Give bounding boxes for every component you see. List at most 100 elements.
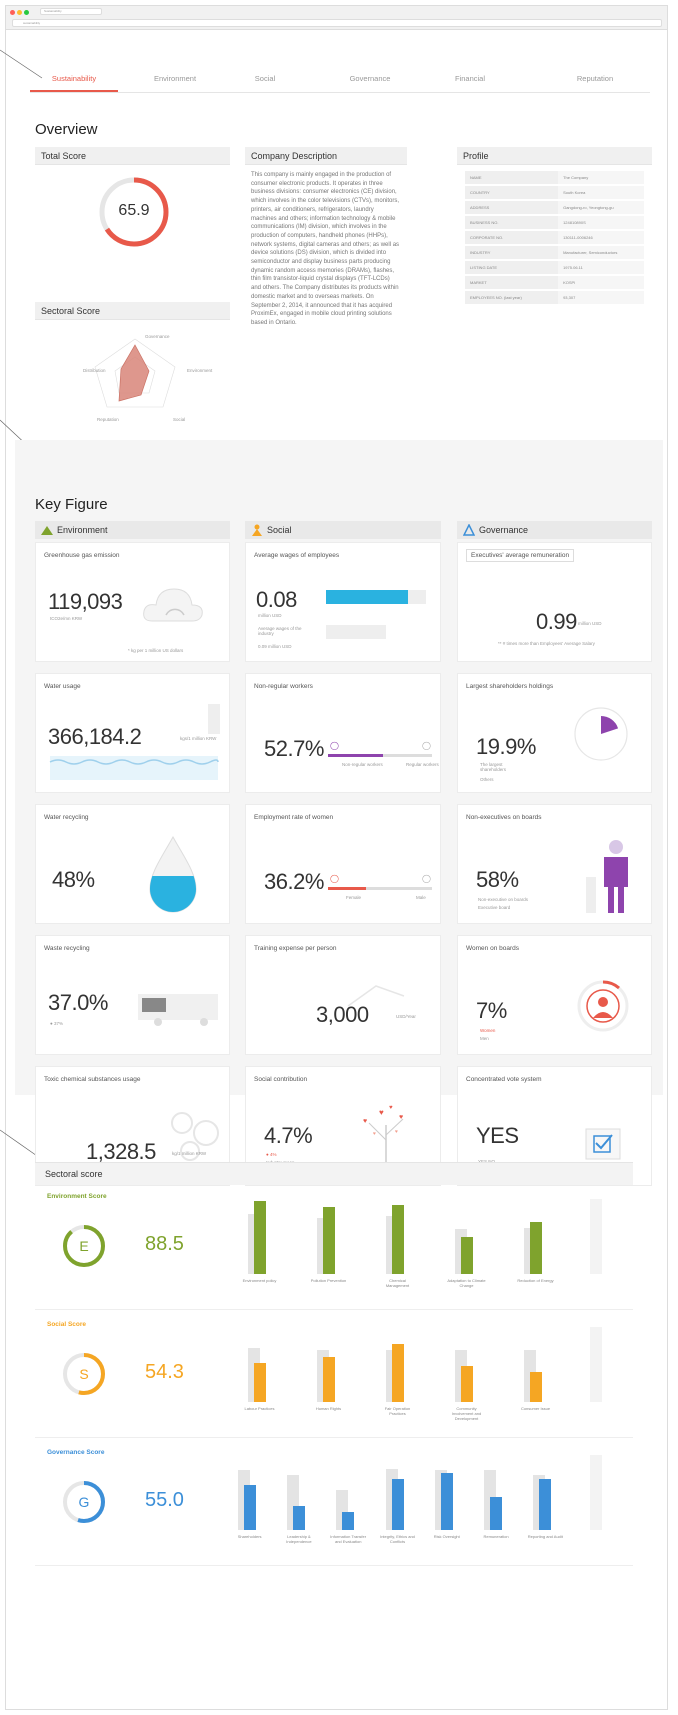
women-right-label: Male: [416, 895, 426, 900]
company-description-title: Company Description: [245, 147, 407, 165]
bar-category-label: Labour Practices: [244, 1406, 275, 1411]
tab-reputation[interactable]: Reputation: [560, 74, 630, 83]
column-environment: Environment: [35, 521, 230, 539]
waste-title: Waste recycling: [44, 945, 90, 952]
mountain-icon: [41, 526, 53, 535]
sectoral-band-g: Governance Score G 55.0 Shareholders Leader…: [35, 1441, 633, 1566]
tab-governance[interactable]: Governance: [330, 74, 410, 83]
sectoral-score-title: Sectoral Score: [35, 302, 230, 320]
women-value: 36.2%: [264, 869, 324, 894]
nonexec-legend1: Non-executive on boards: [478, 897, 529, 902]
nonexec-value: 58%: [476, 867, 519, 892]
score-bar: [529, 1221, 542, 1274]
profile-key: ADDRESS: [465, 200, 559, 216]
score-bar: [342, 1512, 355, 1530]
profile-row: INDUSTRY Manufacturer, Semiconductors: [465, 245, 644, 261]
card-wages: Average wages of employees 0.08 million …: [245, 542, 441, 662]
score-bar: [322, 1206, 335, 1274]
tab-social[interactable]: Social: [235, 74, 295, 83]
score-bar: [391, 1205, 404, 1274]
wage-unit: million USD: [258, 613, 282, 618]
profile-key: NAME: [465, 171, 559, 186]
total-score-title: Total Score: [35, 147, 230, 165]
bar-category-label: Adaptation to Climate Change: [447, 1278, 486, 1288]
cloud-icon: [143, 588, 203, 622]
profile-value: 1975.06.11: [558, 260, 644, 276]
exec-title: Executives' average remuneration: [466, 549, 575, 562]
profile-key: MARKET: [465, 275, 559, 291]
column-social: Social: [245, 521, 441, 539]
card-nonregular: Non-regular workers 52.7% ◯ ◯ Non-regula…: [245, 673, 441, 793]
band-score-value: 54.3: [145, 1361, 184, 1383]
profile-value: Manufacturer, Semiconductors: [558, 245, 644, 261]
faucet-icon: [208, 704, 220, 734]
profile-row: ADDRESS Gangdong-ro, Yeongtong-gu: [465, 200, 644, 216]
profile-key: COUNTRY: [465, 185, 559, 201]
score-bar: [539, 1479, 552, 1530]
score-bar: [253, 1363, 266, 1402]
checkbox-icon: [585, 1128, 621, 1160]
svg-text:♥: ♥: [363, 1118, 367, 1125]
profile-row: CORPORATE NO. 130111-0006246: [465, 230, 644, 246]
holders-title: Largest shareholders holdings: [466, 683, 554, 690]
person-icon: [252, 524, 262, 536]
truck-icon: [138, 994, 218, 1026]
score-bar: [243, 1485, 256, 1530]
water-wave-icon: [49, 756, 219, 780]
recycle-value: 48%: [52, 867, 95, 892]
band-score-ring: E: [63, 1225, 105, 1267]
score-bar: [322, 1357, 335, 1402]
profile-row: LISTING DATE 1975.06.11: [465, 260, 644, 276]
svg-text:G: G: [79, 1494, 90, 1510]
industry-wage-bar: [326, 625, 386, 639]
total-score-panel: Total Score 65.9: [35, 147, 230, 292]
training-value: 3,000: [316, 1002, 369, 1027]
profile-key: EMPLOYEES NO. (last year): [465, 290, 559, 306]
profile-value: 93,307: [558, 290, 644, 306]
url-bar[interactable]: sustainability: [12, 19, 662, 27]
molecule-icon: [171, 1112, 219, 1161]
bar-category-label: Integrity, Ethics and Conflicts: [380, 1534, 415, 1544]
score-bar: [460, 1366, 473, 1402]
vote-value: YES: [476, 1123, 519, 1148]
column-governance-label: Governance: [479, 525, 529, 535]
bar-category-label: Information Transfer and Evaluation: [330, 1534, 367, 1544]
svg-text:♥: ♥: [395, 1129, 398, 1135]
nonreg-value: 52.7%: [264, 736, 324, 761]
browser-chrome: Sustainability sustainability: [6, 6, 667, 30]
score-bar: [529, 1372, 542, 1402]
tab-environment[interactable]: Environment: [135, 74, 215, 83]
bar-category-label: Remuneration: [483, 1534, 509, 1539]
card-women-boards: Women on boards 7% Women Men: [457, 935, 652, 1055]
score-bar: [440, 1473, 453, 1530]
ghg-value: 119,093: [48, 589, 123, 614]
score-bar: [391, 1343, 404, 1402]
water-value: 366,184.2: [48, 724, 142, 749]
water-title: Water usage: [44, 683, 81, 690]
tab-financial[interactable]: Financial: [440, 74, 500, 83]
toxic-title: Toxic chemical substances usage: [44, 1076, 141, 1083]
social-title: Social contribution: [254, 1076, 308, 1083]
company-description-text: This company is mainly engaged in the pr…: [251, 172, 400, 326]
section-tabs: Sustainability Environment Social Govern…: [30, 68, 650, 93]
tab-sustainability[interactable]: Sustainability: [30, 74, 118, 83]
radar-label-environment: Environment: [187, 368, 213, 373]
exec-note: ** # times more than Employees' Average …: [498, 641, 595, 646]
total-score-value: 65.9: [118, 202, 150, 219]
bar-category-label: Consumer Issue: [520, 1406, 551, 1411]
ghg-note: * kg per 1 million US dollars: [128, 648, 184, 653]
radar-label-reputation: Reputation: [97, 417, 119, 422]
bar-category-label: Chemical Management: [385, 1278, 410, 1288]
holders-legend2: Others: [480, 777, 494, 782]
nonexec-legend2: Executive board: [478, 905, 511, 910]
column-governance: Governance: [457, 521, 652, 539]
nonreg-right-label: Regular workers: [406, 762, 439, 767]
card-women-employment: Employment rate of women 36.2% ◯ ◯ Femal…: [245, 804, 441, 924]
svg-text:S: S: [79, 1366, 88, 1382]
vote-title: Concentrated vote system: [466, 1076, 542, 1083]
women-bar: [328, 887, 366, 890]
profile-row: EMPLOYEES NO. (last year) 93,307: [465, 290, 644, 306]
governance-icon: [463, 524, 475, 536]
exec-value: 0.99: [536, 609, 577, 634]
social-value: 4.7%: [264, 1123, 313, 1148]
